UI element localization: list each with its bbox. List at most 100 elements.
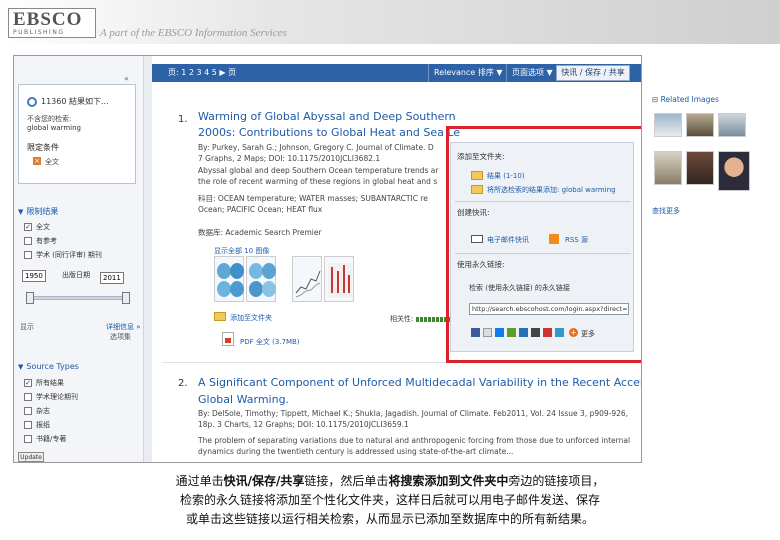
pagination[interactable]: 页: 1 2 3 4 5 ▶ 页 xyxy=(168,67,236,78)
source-label: 所有结果 xyxy=(36,379,64,387)
map-thumbnail[interactable] xyxy=(214,256,244,302)
related-image[interactable] xyxy=(654,113,682,137)
source-row[interactable]: ✓ 所有结果 xyxy=(24,378,64,388)
date-slider-end-handle[interactable] xyxy=(122,292,130,304)
search-label: 不含您的检索: xyxy=(27,115,72,123)
check-label: 学术 (同行评审) 期刊 xyxy=(36,251,102,259)
result-title-line2[interactable]: Global Warming. xyxy=(198,393,289,407)
limit-peer-reviewed-row[interactable]: 学术 (同行评审) 期刊 xyxy=(24,250,102,260)
result-title[interactable]: Warming of Global Abyssal and Deep South… xyxy=(198,110,456,124)
source-row[interactable]: 报纸 xyxy=(24,420,50,430)
current-search-box: 11360 結果如下... 不含您的检索: global warming 限定条… xyxy=(18,84,136,184)
year-from-input[interactable]: 1950 xyxy=(22,270,46,282)
source-types-heading[interactable]: ▼ Source Types xyxy=(18,362,79,371)
logo-sub-text: PUBLISHING xyxy=(13,29,65,36)
graph-thumbnail-image xyxy=(328,263,352,297)
source-label: 杂志 xyxy=(36,407,50,415)
result-subjects: 科目: OCEAN temperature; WATER masses; SUB… xyxy=(198,194,428,203)
collapse-icon[interactable]: « xyxy=(124,74,129,83)
result-abstract-2: the role of recent warming of these regi… xyxy=(198,177,438,186)
source-row[interactable]: 杂志 xyxy=(24,406,50,416)
relevance-label: 相关性: xyxy=(390,315,414,323)
checkbox-checked[interactable]: ✓ xyxy=(24,379,32,387)
related-image[interactable] xyxy=(718,151,750,191)
checkbox[interactable] xyxy=(24,393,32,401)
graph-thumbnail-image xyxy=(295,270,321,298)
more-options-link[interactable]: 详细信息 » xyxy=(106,322,141,332)
result-title-line2[interactable]: 2000s: Contributions to Global Heat and … xyxy=(198,126,460,140)
caption-line-1: 通过单击快讯/保存/共享链接，然后单击将搜索添加到文件夹中旁边的链接项目， xyxy=(0,472,780,491)
caption-text: 旁边的链接项目， xyxy=(508,474,605,488)
ebsco-logo: EBSCO PUBLISHING xyxy=(8,8,96,38)
ebsco-banner: EBSCO PUBLISHING A part of the EBSCO Inf… xyxy=(0,0,780,44)
related-image[interactable] xyxy=(686,113,714,137)
related-images-title: Related Images xyxy=(660,95,719,104)
source-label: 报纸 xyxy=(36,421,50,429)
refine-title: 限制结果 xyxy=(26,207,59,216)
refine-results-heading[interactable]: ▼ 限制结果 xyxy=(18,206,58,217)
toolbar-separator xyxy=(506,64,507,82)
results-toolbar: 页: 1 2 3 4 5 ▶ 页 Relevance 排序 ▼ 页面选项 ▼ 快… xyxy=(152,64,641,82)
remove-limiter-icon[interactable]: × xyxy=(33,157,41,165)
result-abstract: The problem of separating variations due… xyxy=(198,436,631,445)
triangle-down-icon: ▼ xyxy=(18,208,24,216)
map-thumbnail[interactable] xyxy=(246,256,276,302)
folder-icon xyxy=(214,312,226,321)
source-row[interactable]: 书籍/专著 xyxy=(24,434,66,444)
find-more-link[interactable]: 查找更多 xyxy=(652,206,680,216)
graph-thumbnail[interactable] xyxy=(292,256,322,302)
search-icon xyxy=(27,97,37,107)
page-options-dropdown[interactable]: 页面选项 ▼ xyxy=(512,67,553,78)
related-image[interactable] xyxy=(654,151,682,185)
limit-references-row[interactable]: 有参考 xyxy=(24,236,57,246)
caption-bold: 快讯/保存/共享 xyxy=(223,474,305,488)
result-number: 2. xyxy=(178,378,188,389)
checkbox[interactable] xyxy=(24,237,32,245)
caption-line-3: 或单击这些链接以运行相关检索，从而显示已添加至数据库中的所有新结果。 xyxy=(185,512,594,526)
date-slider-start-handle[interactable] xyxy=(26,292,34,304)
result-abstract-2: dynamics during the twentieth century is… xyxy=(198,447,514,456)
tagline: A part of the EBSCO Information Services xyxy=(100,27,287,39)
related-image[interactable] xyxy=(718,113,746,137)
checkbox[interactable] xyxy=(24,421,32,429)
result-authors: By: Purkey, Sarah G.; Johnson, Gregory C… xyxy=(198,143,434,152)
graph-thumbnail[interactable] xyxy=(324,256,354,302)
alert-save-share-button[interactable]: 快讯 / 保存 / 共享 xyxy=(556,65,630,81)
result-subjects-2: Ocean; PACIFIC Ocean; HEAT flux xyxy=(198,205,323,214)
check-label: 全文 xyxy=(36,223,50,231)
checkbox[interactable] xyxy=(24,407,32,415)
map-thumbnail-image xyxy=(217,263,244,297)
pdf-icon[interactable] xyxy=(222,332,234,346)
source-row[interactable]: 学术理论期刊 xyxy=(24,392,78,402)
checkbox-checked[interactable]: ✓ xyxy=(24,223,32,231)
pdf-full-text-link[interactable]: PDF 全文 (3.7MB) xyxy=(240,337,300,347)
options-set-label[interactable]: 选项集 xyxy=(110,332,131,342)
update-button[interactable]: Update xyxy=(18,452,44,462)
year-to-input[interactable]: 2011 xyxy=(100,272,124,284)
show-all-images-link[interactable]: 显示全部 10 图像 xyxy=(214,246,269,256)
highlight-box xyxy=(446,126,641,363)
source-label: 学术理论期刊 xyxy=(36,393,78,401)
results-count: 11360 結果如下... xyxy=(41,97,109,106)
pub-date-label: 出版日期 xyxy=(62,271,90,279)
checkbox[interactable] xyxy=(24,251,32,259)
limiters-label: 限定条件 xyxy=(27,143,59,152)
result-abstract: Abyssal global and deep Southern Ocean t… xyxy=(198,166,439,175)
related-images-heading[interactable]: ⊟ Related Images xyxy=(652,95,719,104)
result-title[interactable]: A Significant Component of Unforced Mult… xyxy=(198,376,641,390)
checkbox[interactable] xyxy=(24,435,32,443)
related-image[interactable] xyxy=(686,151,714,185)
show-label: 显示 xyxy=(20,323,34,331)
result-doi: 7 Graphs, 2 Maps; DOI: 10.1175/2010JCLI3… xyxy=(198,154,381,163)
map-thumbnail-image xyxy=(249,263,276,297)
limit-fulltext-row[interactable]: ✓ 全文 xyxy=(24,222,50,232)
caption-bold: 将搜索添加到文件夹中 xyxy=(388,474,509,488)
result-authors: By: DelSole, Timothy; Tippett, Michael K… xyxy=(198,409,629,418)
source-types-title: Source Types xyxy=(26,362,79,371)
screenshot-frame: « 11360 結果如下... 不含您的检索: global warming 限… xyxy=(13,55,642,463)
date-slider-track[interactable] xyxy=(28,296,128,300)
result-number: 1. xyxy=(178,114,188,125)
sort-dropdown[interactable]: Relevance 排序 ▼ xyxy=(434,67,503,78)
add-to-folder-link[interactable]: 添加至文件夹 xyxy=(230,313,272,323)
result-database: 数据库: Academic Search Premier xyxy=(198,228,322,237)
